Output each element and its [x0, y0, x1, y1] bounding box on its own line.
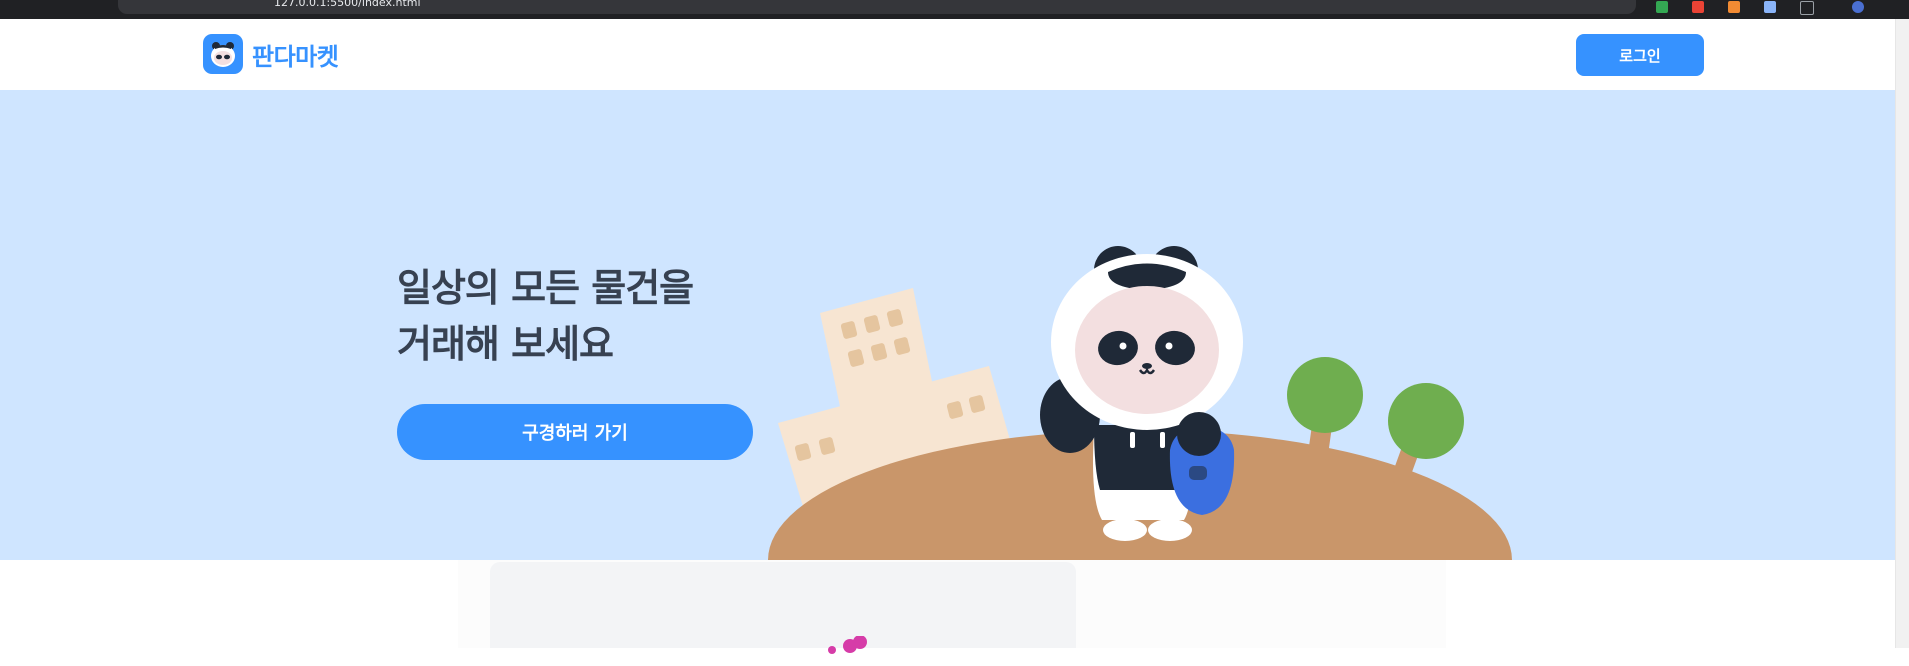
featured-card: [490, 562, 1076, 654]
hero-section: 일상의 모든 물건을 거래해 보세요 구경하러 가기: [0, 90, 1896, 560]
extension-icon-green[interactable]: [1656, 1, 1668, 13]
address-bar[interactable]: 127.0.0.1:5500/index.html: [118, 0, 1636, 14]
tab-search-icon[interactable]: [1800, 1, 1814, 15]
browse-items-button[interactable]: 구경하러 가기: [397, 404, 753, 460]
extension-icon-blue[interactable]: [1764, 1, 1776, 13]
address-bar-url: 127.0.0.1:5500/index.html: [274, 0, 421, 9]
site-header: 판다마켓 로그인: [0, 19, 1896, 91]
featured-section: [0, 560, 1896, 654]
login-button[interactable]: 로그인: [1576, 34, 1704, 76]
panda-face-icon: [203, 34, 243, 74]
hero-title-line-1: 일상의 모든 물건을: [397, 266, 694, 310]
panda-with-bag-illustration: [768, 246, 1512, 560]
logo-text: 판다마켓: [252, 42, 339, 71]
hero-title: 일상의 모든 물건을 거래해 보세요: [397, 260, 694, 372]
browser-toolbar: 127.0.0.1:5500/index.html: [0, 0, 1909, 19]
extension-icon-red[interactable]: [1692, 1, 1704, 13]
flower-decoration-icon: [828, 636, 867, 654]
page-scrollbar[interactable]: [1895, 19, 1909, 648]
extension-icon-orange[interactable]: [1728, 1, 1740, 13]
hero-title-line-2: 거래해 보세요: [397, 322, 614, 366]
site-logo[interactable]: 판다마켓: [203, 34, 339, 74]
profile-avatar-icon[interactable]: [1852, 1, 1864, 13]
